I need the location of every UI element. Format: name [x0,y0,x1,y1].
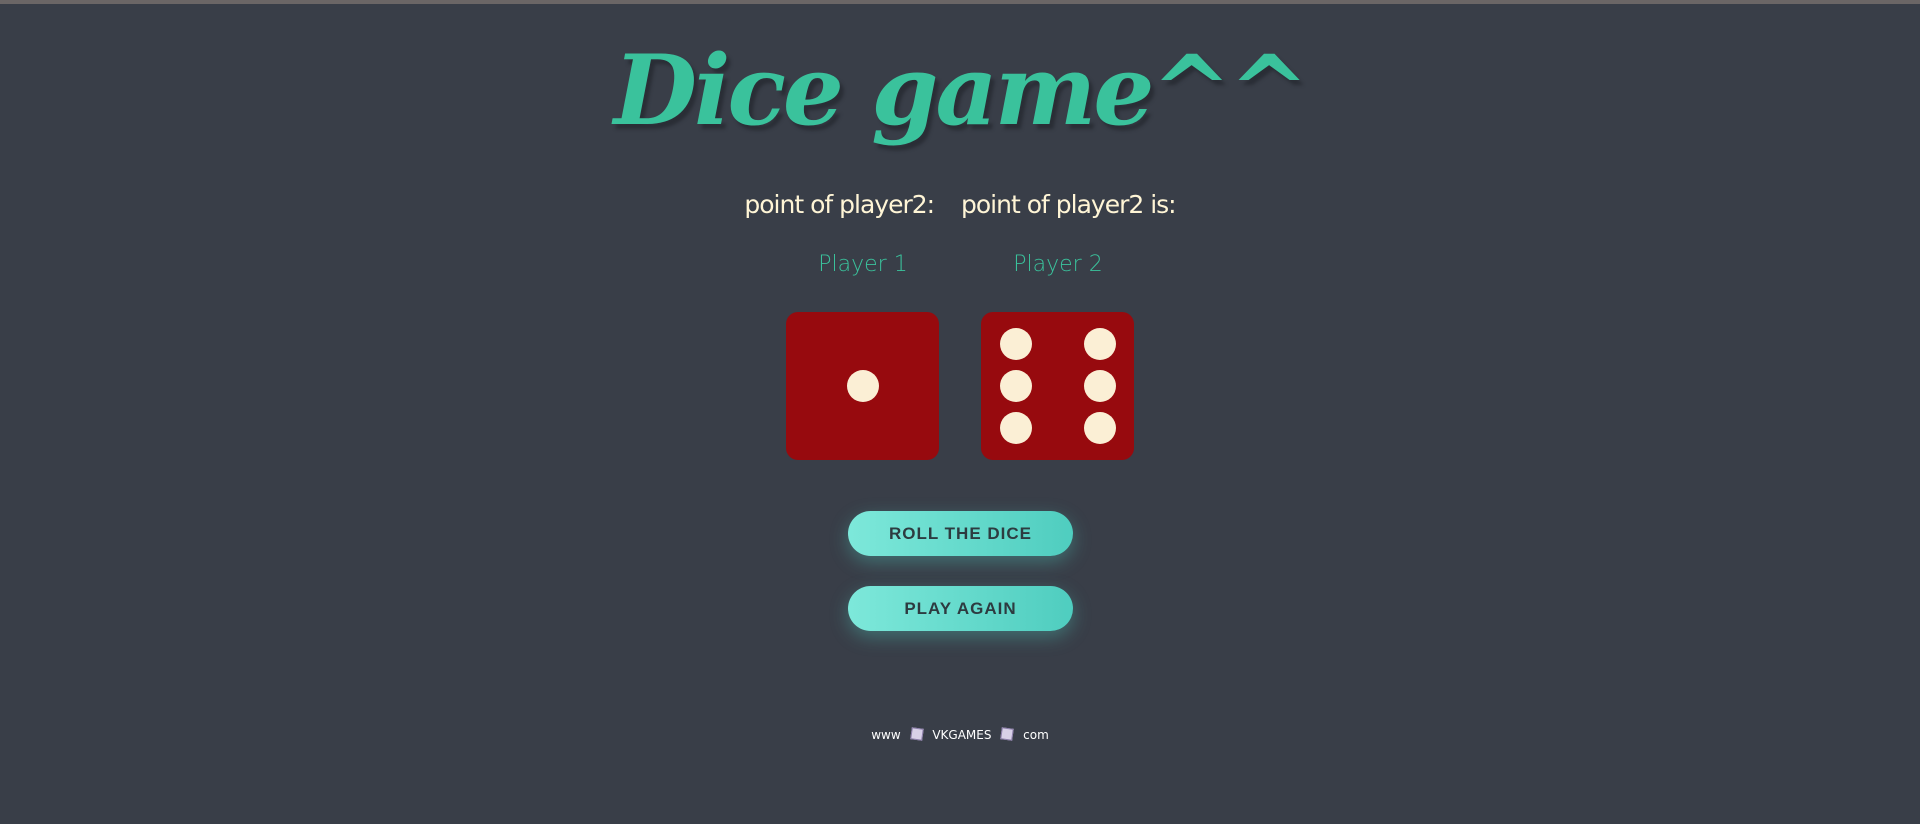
player2-label: Player 2 [1013,252,1103,277]
dice-cube-icon [1000,727,1015,741]
player2-die [981,312,1134,460]
dice-cube-icon [909,727,924,741]
die-pip [1000,370,1032,402]
window-top-border [0,0,1920,4]
die-pip [847,370,879,402]
score-line: point of player2: point of player2 is: [0,190,1920,219]
play-again-button[interactable]: PLAY AGAIN [848,586,1073,631]
die-pip [1084,412,1116,444]
die-pip [1084,328,1116,360]
player1-label: Player 1 [818,252,908,277]
die-pip [1084,370,1116,402]
die-pip [1000,412,1032,444]
footer-prefix: www [871,728,901,742]
player1-die [786,312,939,460]
die-pip [1000,328,1032,360]
footer-credit[interactable]: www VKGAMES com [0,727,1920,742]
footer-site: VKGAMES [932,728,992,742]
footer-suffix: com [1023,728,1049,742]
roll-dice-button[interactable]: ROLL THE DICE [848,511,1073,556]
player2-score-text: point of player2 is: [961,190,1177,219]
player1-score-text: point of player2: [744,190,935,219]
page-title: Dice game^^ [613,34,1310,147]
